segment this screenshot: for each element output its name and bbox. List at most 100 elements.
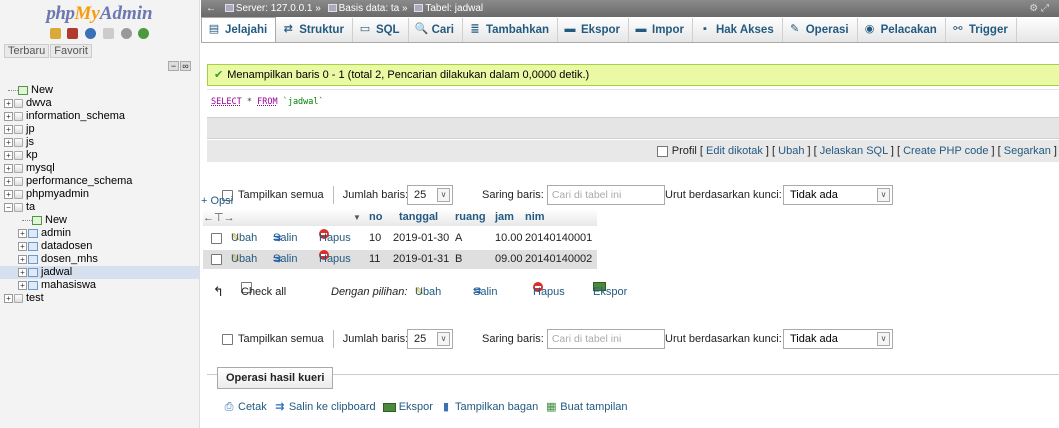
logout-icon[interactable] [67,28,79,39]
expand-icon[interactable]: + [4,150,13,160]
edit-query-link[interactable]: Ubah [778,145,804,157]
phpmyadmin-logo[interactable]: phpMyAdmin [0,0,199,28]
filter-rows-input-bottom[interactable]: Cari di tabel ini [546,329,665,350]
column-header-no[interactable]: no [369,211,382,223]
tree-item-jp[interactable]: + jp [0,123,199,136]
tree-item-js[interactable]: + js [0,136,199,149]
tree-item-new[interactable]: New [0,84,199,97]
expand-icon[interactable]: + [4,293,13,303]
expand-icon[interactable]: + [18,254,27,264]
rows-select-bottom[interactable]: 25 ∨ [407,329,453,350]
expand-icon[interactable]: + [18,241,27,251]
tab-operasi[interactable]: ✎ Operasi [783,18,858,42]
tab-pelacakan[interactable]: ◉ Pelacakan [858,18,946,42]
create-view-link[interactable]: ▦ Buat tampilan [545,401,627,413]
home-icon[interactable] [49,28,61,39]
tab-jelajahi[interactable]: ▤ Jelajahi [201,17,277,42]
recent-tab[interactable]: Terbaru [4,44,50,58]
tree-item-datadosen[interactable]: + datadosen [0,240,199,253]
expand-icon[interactable]: + [4,163,13,173]
tree-item-dwva[interactable]: + dwva [0,97,199,110]
tab-hak-akses[interactable]: ▪ Hak Akses [693,18,783,42]
table-row[interactable]: ✎ Ubah ⇉ Salin Hapus 10 2019-01-30 A 10.00 201… [203,229,597,248]
tree-item-test[interactable]: + test [0,292,199,305]
tab-struktur[interactable]: ⇄ Struktur [276,18,353,42]
favorites-tab[interactable]: Favorit [50,44,92,58]
tree-item-dosen-mhs[interactable]: + dosen_mhs [0,253,199,266]
copy-clipboard-link[interactable]: ⇉ Salin ke clipboard [274,401,375,413]
filter-rows-input[interactable]: Cari di tabel ini [546,185,665,206]
tab-trigger[interactable]: ⚯ Trigger [946,18,1017,42]
tab-tambahkan[interactable]: ≣ Tambahkan [463,18,559,42]
cell-tanggal[interactable]: 2019-01-31 [393,250,449,269]
options-toggle-link[interactable]: + Opsi [201,195,233,207]
tree-item-mysql[interactable]: + mysql [0,162,199,175]
tree-item-information-schema[interactable]: + information_schema [0,110,199,123]
cell-jam[interactable]: 09.00 [495,250,523,269]
expand-icon[interactable]: + [18,228,27,238]
column-arrows-icon[interactable]: ←⊤→ [203,211,235,224]
profile-checkbox[interactable] [656,145,668,157]
tree-item-mahasiswa[interactable]: + mahasiswa [0,279,199,292]
expand-icon[interactable]: − [4,202,13,212]
cell-no[interactable]: 10 [369,229,381,248]
edit-inline-link[interactable]: Edit dikotak [706,145,763,157]
sort-key-select-bottom[interactable]: Tidak ada ∨ [783,329,893,350]
tab-cari[interactable]: 🔍 Cari [409,18,463,42]
docs-icon[interactable] [102,28,114,39]
explain-sql-link[interactable]: Jelaskan SQL [820,145,888,157]
help-icon[interactable] [85,28,97,39]
column-header-ruang[interactable]: ruang [455,211,486,223]
column-header-tanggal[interactable]: tanggal [399,211,438,223]
cell-jam[interactable]: 10.00 [495,229,523,248]
expand-icon[interactable]: + [4,111,13,121]
export-link[interactable]: Ekspor [382,401,433,413]
link-icon[interactable]: ∞ [180,61,191,71]
sort-toggle-icon[interactable]: ▼ [353,213,361,222]
expand-icon[interactable]: + [4,137,13,147]
expand-icon[interactable]: + [18,267,27,277]
print-link[interactable]: ⎙ Cetak [223,401,267,413]
column-header-jam[interactable]: jam [495,211,514,223]
column-header-nim[interactable]: nim [525,211,545,223]
row-checkbox[interactable] [211,233,222,244]
check-all-label[interactable]: Check all [241,282,286,302]
table-row[interactable]: ✎ Ubah ⇉ Salin Hapus 11 2019-01-31 B 09.00 201… [203,250,597,269]
cell-nim[interactable]: 20140140002 [525,250,592,269]
sql-query-display[interactable]: SELECT * FROM `jadwal` [207,89,1059,116]
refresh-link[interactable]: Segarkan [1004,145,1051,157]
expand-icon[interactable]: + [4,98,13,108]
collapse-all-icon[interactable]: − [168,61,179,71]
cell-nim[interactable]: 20140140001 [525,229,592,248]
expand-icon[interactable]: + [4,176,13,186]
tree-item-phpmyadmin[interactable]: + phpmyadmin [0,188,199,201]
show-all-checkbox-bottom[interactable] [222,333,233,345]
tab-ekspor[interactable]: ▬ Ekspor [558,18,630,42]
cell-tanggal[interactable]: 2019-01-30 [393,229,449,248]
tree-item-kp[interactable]: + kp [0,149,199,162]
reload-icon[interactable] [138,28,150,39]
tab-impor[interactable]: ▬ Impor [629,18,693,42]
cell-ruang[interactable]: A [455,229,462,248]
expand-icon[interactable]: + [18,280,27,290]
tree-item-new[interactable]: New [0,214,199,227]
display-chart-link[interactable]: ▮ Tampilkan bagan [440,401,538,413]
cell-no[interactable]: 11 [369,250,380,269]
settings-icon[interactable] [120,28,132,39]
tree-item-ta[interactable]: − ta [0,201,199,214]
row-checkbox[interactable] [211,254,222,265]
expand-icon[interactable]: + [4,124,13,134]
create-php-code-link[interactable]: Create PHP code [903,145,988,157]
gear-icon[interactable]: ⚙ ⤢ [1029,0,1049,17]
tab-sql[interactable]: ▭ SQL [353,18,409,42]
tree-item-jadwal[interactable]: + jadwal [0,266,199,279]
breadcrumb-server[interactable]: Server: 127.0.0.1 [236,3,313,14]
breadcrumb-table[interactable]: Tabel: jadwal [425,3,483,14]
breadcrumb-database[interactable]: Basis data: ta [339,3,400,14]
sort-key-select[interactable]: Tidak ada ∨ [783,185,893,206]
cell-ruang[interactable]: B [455,250,462,269]
rows-select[interactable]: 25 ∨ [407,185,453,206]
tree-item-performance-schema[interactable]: + performance_schema [0,175,199,188]
expand-icon[interactable]: + [4,189,13,199]
tree-item-admin[interactable]: + admin [0,227,199,240]
